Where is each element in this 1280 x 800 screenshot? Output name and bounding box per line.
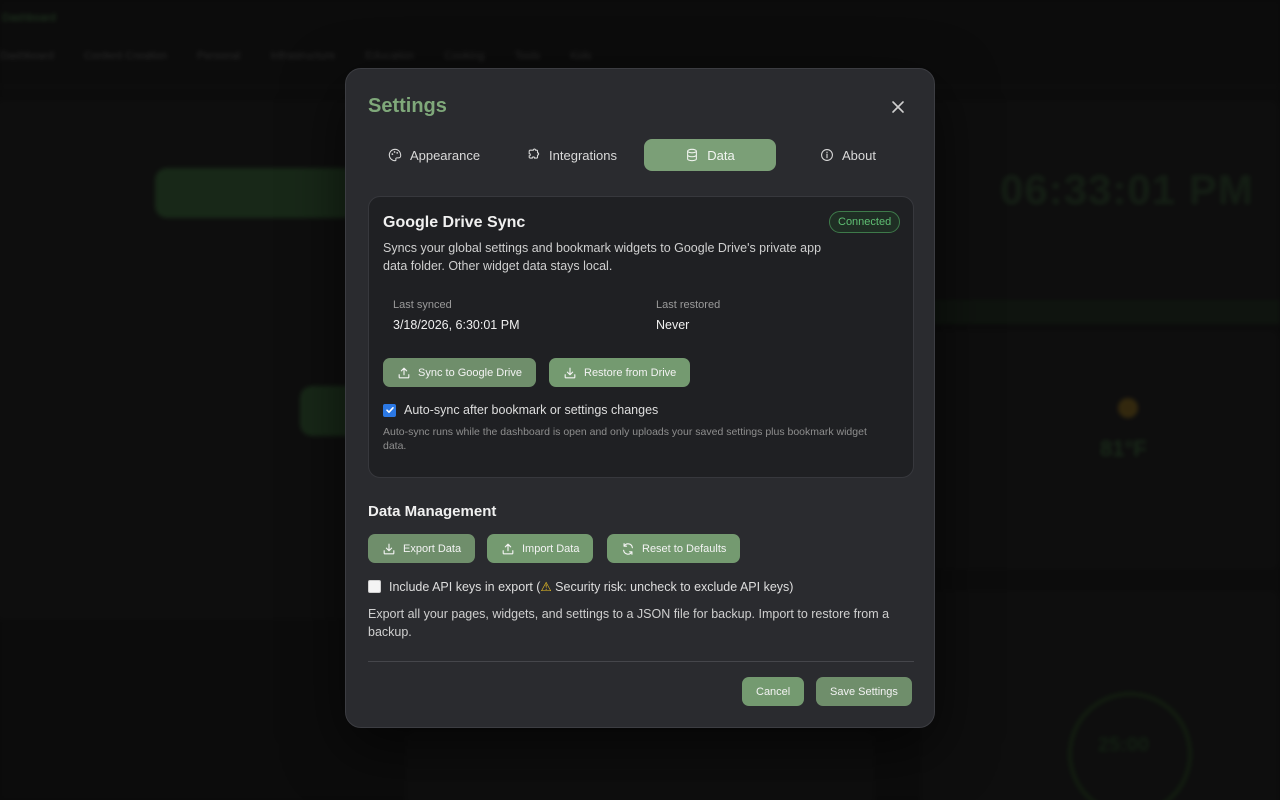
label-suffix: Security risk: uncheck to exclude API ke… (551, 580, 794, 594)
cancel-button[interactable]: Cancel (742, 677, 805, 706)
autosync-label: Auto-sync after bookmark or settings cha… (404, 403, 659, 417)
settings-tabs: Appearance Integrations Data About (368, 139, 914, 171)
sync-description: Syncs your global settings and bookmark … (383, 241, 822, 273)
close-button[interactable] (888, 97, 908, 117)
reset-to-defaults-button[interactable]: Reset to Defaults (607, 534, 741, 563)
button-label: Reset to Defaults (642, 542, 727, 555)
label-prefix: Include API keys in export ( (389, 580, 541, 594)
refresh-icon (623, 542, 633, 555)
autosync-note: Auto-sync runs while the dashboard is op… (383, 426, 867, 452)
tab-data[interactable]: Data (644, 139, 776, 171)
tab-integrations[interactable]: Integrations (506, 139, 638, 171)
download-icon (564, 367, 576, 378)
info-icon (821, 149, 833, 161)
include-api-keys-checkbox[interactable] (368, 580, 381, 593)
last-restored-value: Never (656, 318, 690, 332)
download-icon (383, 543, 395, 554)
tab-label: Data (707, 147, 735, 163)
last-synced-value: 3/18/2026, 6:30:01 PM (393, 318, 520, 332)
upload-icon (502, 543, 514, 554)
button-label: Import Data (522, 542, 580, 555)
sync-title: Google Drive Sync (383, 214, 526, 231)
button-label: Restore from Drive (584, 366, 677, 379)
status-badge: Connected (829, 211, 901, 233)
export-data-button[interactable]: Export Data (368, 534, 476, 563)
data-management-description: Export all your pages, widgets, and sett… (368, 607, 890, 639)
button-label: Cancel (756, 685, 791, 698)
tab-label: Integrations (549, 147, 617, 163)
database-icon (687, 148, 698, 162)
settings-modal: Settings Appearance Integrations Data Ab… (345, 68, 935, 728)
include-api-keys-label: Include API keys in export (⚠ Security r… (389, 579, 793, 594)
last-synced-label: Last synced (393, 299, 452, 311)
upload-icon (398, 367, 410, 378)
save-settings-button[interactable]: Save Settings (816, 677, 912, 706)
check-icon (385, 407, 394, 413)
data-management-title: Data Management (368, 503, 497, 520)
autosync-row: Auto-sync after bookmark or settings cha… (383, 403, 658, 417)
modal-title: Settings (368, 95, 447, 117)
google-drive-sync-card: Google Drive Sync Connected Syncs your g… (368, 196, 914, 478)
palette-icon (388, 148, 402, 162)
import-data-button[interactable]: Import Data (487, 534, 594, 563)
last-restored-label: Last restored (656, 299, 721, 311)
close-icon (892, 101, 904, 113)
restore-from-drive-button[interactable]: Restore from Drive (549, 358, 691, 387)
tab-label: Appearance (409, 147, 481, 163)
tab-label: About (842, 147, 876, 163)
button-label: Export Data (403, 542, 462, 555)
tab-about[interactable]: About (782, 139, 914, 171)
button-label: Save Settings (830, 685, 898, 698)
footer-divider (368, 661, 914, 662)
tab-appearance[interactable]: Appearance (368, 139, 500, 171)
button-label: Sync to Google Drive (418, 366, 522, 379)
puzzle-icon (528, 148, 540, 159)
include-api-keys-row: Include API keys in export (⚠ Security r… (368, 579, 793, 594)
sync-to-drive-button[interactable]: Sync to Google Drive (383, 358, 536, 387)
autosync-checkbox[interactable] (383, 403, 396, 417)
warning-icon: ⚠ (540, 580, 552, 594)
